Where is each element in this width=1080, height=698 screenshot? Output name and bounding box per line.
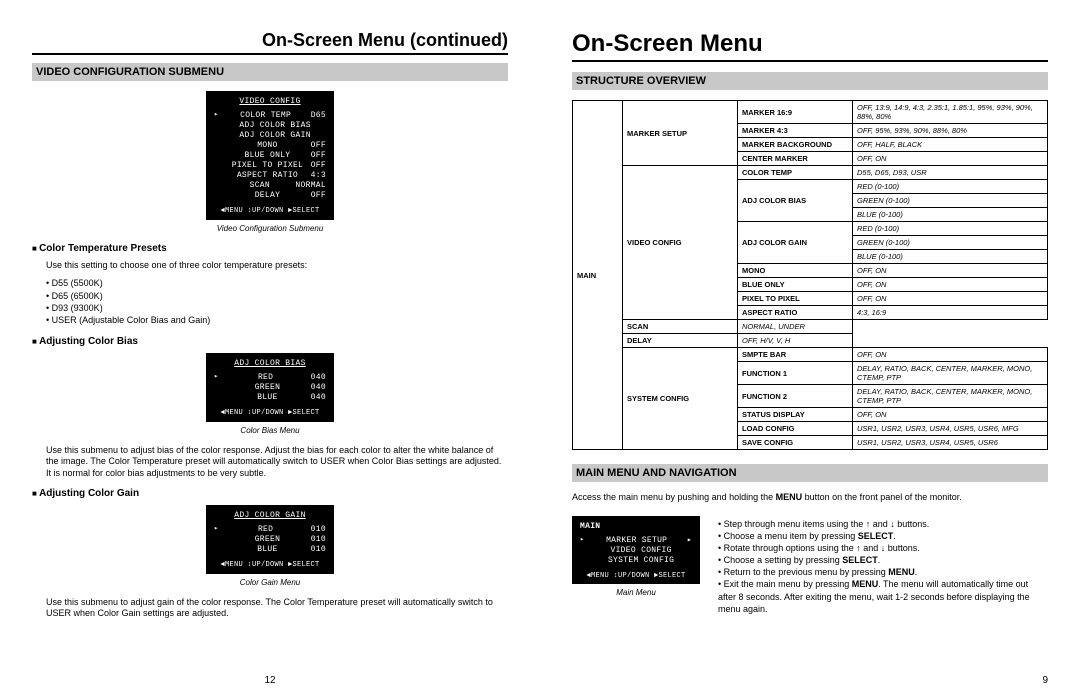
lcd-color-gain: ADJ COLOR GAINRED010GREEN010BLUE010◄MENU… [32, 505, 508, 587]
list-item: D55 (5500K) [46, 277, 508, 289]
list-item: Choose a menu item by pressing SELECT. [718, 530, 1048, 542]
page-continued-title: On-Screen Menu (continued) [32, 30, 508, 55]
page-9: On-Screen Menu STRUCTURE OVERVIEW MAINMA… [540, 0, 1080, 698]
structure-table: MAINMARKER SETUPMARKER 16:9OFF, 13:9, 14… [572, 100, 1048, 450]
list-presets: D55 (5500K)D65 (6500K)D93 (9300K)USER (A… [46, 277, 508, 326]
page-12: On-Screen Menu (continued) VIDEO CONFIGU… [0, 0, 540, 698]
list-item: D65 (6500K) [46, 290, 508, 302]
nav-intro: Access the main menu by pushing and hold… [572, 492, 1048, 504]
list-item: Exit the main menu by pressing MENU. The… [718, 578, 1048, 614]
section-main-nav: MAIN MENU AND NAVIGATION [572, 464, 1048, 482]
table-row: SYSTEM CONFIGSMPTE BAROFF, ON [573, 348, 1048, 362]
page-number-left: 12 [264, 675, 275, 686]
list-item: Rotate through options using the ↑ and ↓… [718, 542, 1048, 554]
table-row: DELAYOFF, H/V, V, H [573, 334, 1048, 348]
list-item: USER (Adjustable Color Bias and Gain) [46, 314, 508, 326]
page-title: On-Screen Menu [572, 30, 1048, 62]
lcd-video-config: VIDEO CONFIGCOLOR TEMPD65ADJ COLOR BIASA… [32, 91, 508, 233]
page-number-right: 9 [1042, 675, 1048, 686]
text-color-gain: Use this submenu to adjust gain of the c… [46, 597, 508, 620]
section-video-config: VIDEO CONFIGURATION SUBMENU [32, 63, 508, 81]
table-row: SCANNORMAL, UNDER [573, 320, 1048, 334]
heading-color-gain: Adjusting Color Gain [32, 488, 508, 499]
heading-color-temp: Color Temperature Presets [32, 243, 508, 254]
list-item: Step through menu items using the ↑ and … [718, 518, 1048, 530]
table-row: VIDEO CONFIGCOLOR TEMPD55, D65, D93, USR [573, 166, 1048, 180]
list-item: D93 (9300K) [46, 302, 508, 314]
list-item: Choose a setting by pressing SELECT. [718, 554, 1048, 566]
text-color-temp: Use this setting to choose one of three … [46, 260, 508, 272]
text-color-bias: Use this submenu to adjust bias of the c… [46, 445, 508, 480]
list-item: Return to the previous menu by pressing … [718, 566, 1048, 578]
heading-color-bias: Adjusting Color Bias [32, 336, 508, 347]
lcd-color-bias: ADJ COLOR BIASRED040GREEN040BLUE040◄MENU… [32, 353, 508, 435]
section-structure: STRUCTURE OVERVIEW [572, 72, 1048, 90]
table-row: MAINMARKER SETUPMARKER 16:9OFF, 13:9, 14… [573, 101, 1048, 124]
nav-steps-list: Step through menu items using the ↑ and … [718, 518, 1048, 615]
lcd-main-menu: MAINMARKER SETUP▸VIDEO CONFIGSYSTEM CONF… [572, 516, 700, 608]
